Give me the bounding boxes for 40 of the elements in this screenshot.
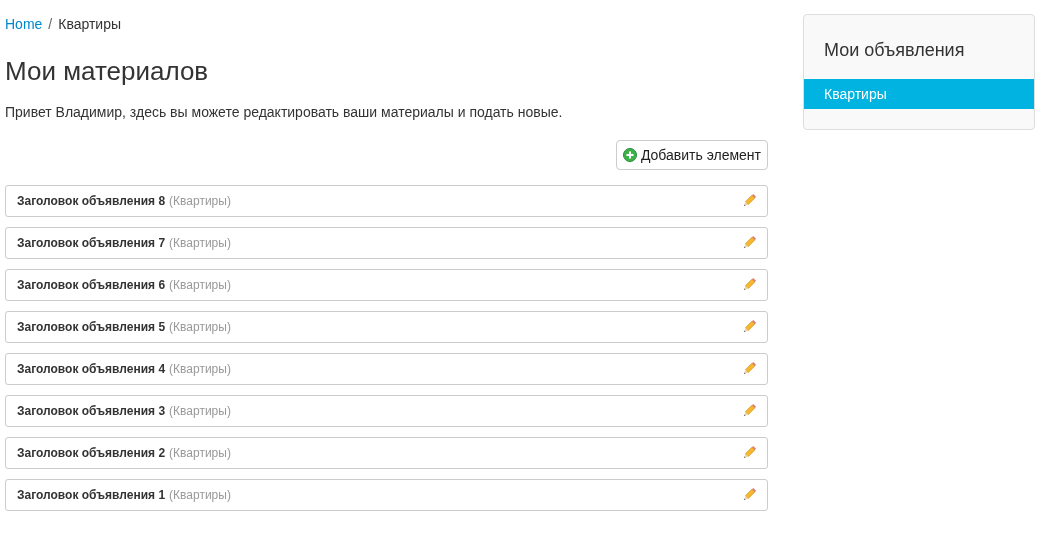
sidebar-title: Мои объявления	[823, 39, 966, 62]
list-item[interactable]: Заголовок объявления 2 (Квартиры)	[5, 437, 768, 469]
item-category: (Квартиры)	[169, 235, 231, 252]
list-item[interactable]: Заголовок объявления 5 (Квартиры)	[5, 311, 768, 343]
page-heading: Мои материалов	[5, 55, 210, 88]
item-category: (Квартиры)	[169, 403, 231, 420]
item-title: Заголовок объявления 4	[17, 361, 166, 378]
item-category: (Квартиры)	[169, 361, 231, 378]
item-title: Заголовок объявления 5	[17, 319, 166, 336]
list-item[interactable]: Заголовок объявления 7 (Квартиры)	[5, 227, 768, 259]
list-item[interactable]: Заголовок объявления 4 (Квартиры)	[5, 353, 768, 385]
item-title: Заголовок объявления 6	[17, 277, 166, 294]
add-item-button[interactable]: Добавить элемент	[615, 140, 768, 170]
item-category: (Квартиры)	[169, 445, 231, 462]
list-item[interactable]: Заголовок объявления 3 (Квартиры)	[5, 395, 768, 427]
breadcrumb-link[interactable]: Home	[5, 13, 43, 35]
item-category: (Квартиры)	[169, 277, 231, 294]
pencil-icon[interactable]	[741, 403, 757, 419]
pencil-icon[interactable]	[741, 361, 757, 377]
pencil-icon[interactable]	[741, 445, 757, 461]
list-item[interactable]: Заголовок объявления 8 (Квартиры)	[5, 185, 768, 217]
pencil-icon[interactable]	[741, 319, 757, 335]
list-item[interactable]: Заголовок объявления 1 (Квартиры)	[5, 479, 768, 511]
breadcrumb-current: Квартиры	[58, 14, 122, 34]
plus-icon	[622, 148, 637, 162]
intro-text: Привет Владимир, здесь вы можете редактировать ваши материалы и подать новые.	[5, 103, 564, 122]
item-title: Заголовок объявления 3	[17, 403, 166, 420]
breadcrumb-separator: /	[47, 14, 54, 34]
item-title: Заголовок объявления 1	[17, 487, 166, 504]
item-title: Заголовок объявления 2	[17, 445, 166, 462]
pencil-icon[interactable]	[741, 277, 757, 293]
item-title: Заголовок объявления 8	[17, 193, 166, 210]
pencil-icon[interactable]	[741, 487, 757, 503]
list-item[interactable]: Заголовок объявления 6 (Квартиры)	[5, 269, 768, 301]
pencil-icon[interactable]	[741, 193, 757, 209]
item-category: (Квартиры)	[169, 319, 231, 336]
pencil-icon[interactable]	[741, 235, 757, 251]
item-title: Заголовок объявления 7	[17, 235, 166, 252]
item-category: (Квартиры)	[169, 193, 231, 210]
item-category: (Квартиры)	[169, 487, 231, 504]
